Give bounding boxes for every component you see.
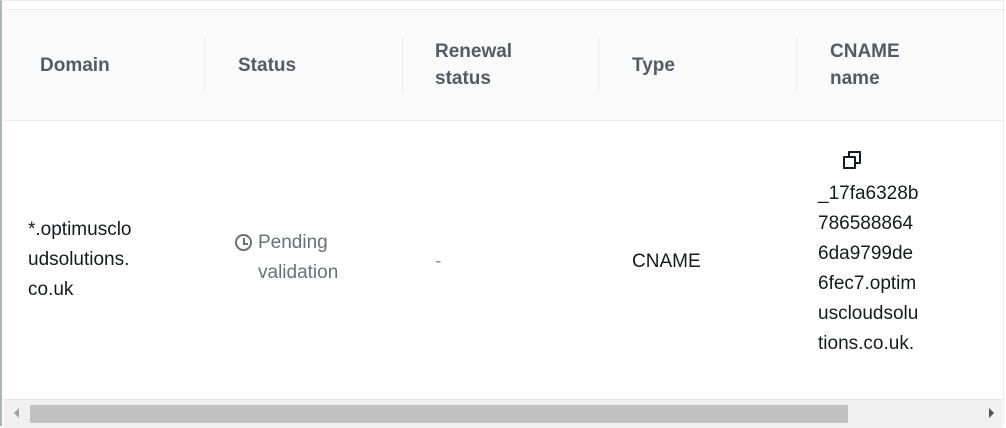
- column-header-label: CNAME name: [830, 41, 900, 89]
- column-divider[interactable]: [796, 37, 797, 93]
- renewal-status-cell: -: [435, 251, 442, 272]
- column-header-status[interactable]: Status: [238, 10, 398, 120]
- column-header-label: Domain: [40, 54, 110, 76]
- cname-name-cell: _17fa6328b 786588864 6da9799de 6fec7.opt…: [818, 183, 919, 354]
- domain-cell: *.optimusclo udsolutions. co.uk: [28, 219, 132, 300]
- scroll-left-arrow-icon[interactable]: [14, 408, 19, 418]
- horizontal-scrollbar[interactable]: [4, 399, 1002, 428]
- certificate-domains-table: Domain Status Renewal status Type CNAME …: [0, 0, 1004, 428]
- copy-icon[interactable]: [842, 151, 864, 173]
- clock-icon: [235, 234, 252, 251]
- status-cell: Pending validation: [235, 228, 338, 288]
- table-header-row: Domain Status Renewal status Type CNAME …: [4, 10, 1003, 121]
- scrollbar-thumb[interactable]: [30, 405, 848, 423]
- table-row: *.optimusclo udsolutions. co.uk Pending …: [4, 121, 1003, 397]
- column-header-label: Status: [238, 54, 297, 76]
- scroll-right-arrow-icon[interactable]: [989, 408, 994, 418]
- column-divider[interactable]: [204, 37, 205, 93]
- column-header-type[interactable]: Type: [632, 10, 792, 120]
- column-header-domain[interactable]: Domain: [40, 10, 200, 120]
- column-header-renewal-status[interactable]: Renewal status: [435, 10, 595, 120]
- copy-icon-front: [843, 156, 856, 169]
- column-header-cname-name[interactable]: CNAME name: [830, 10, 990, 120]
- column-divider[interactable]: [598, 37, 599, 93]
- column-divider[interactable]: [402, 37, 403, 93]
- type-cell: CNAME: [632, 251, 701, 272]
- column-header-label: Renewal status: [435, 41, 513, 89]
- table-top-strip: [4, 1, 1003, 10]
- status-text: Pending validation: [258, 232, 339, 283]
- column-header-label: Type: [632, 54, 675, 76]
